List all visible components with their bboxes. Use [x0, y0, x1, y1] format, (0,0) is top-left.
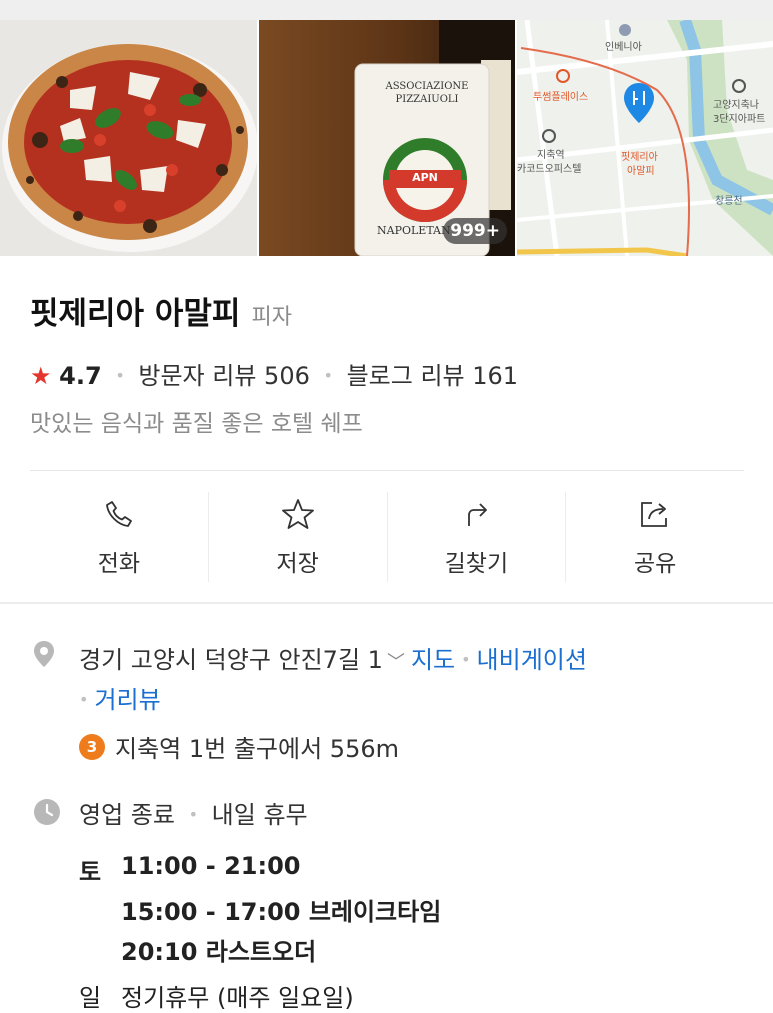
- action-bar: 전화 저장 길찾기 공유: [30, 492, 744, 582]
- directions-label: 길찾기: [444, 551, 509, 577]
- separator-dot: •: [188, 805, 199, 824]
- divider: [30, 470, 744, 471]
- map-image: [517, 20, 773, 256]
- sunday-hours: 일 정기휴무 (매주 일요일): [79, 978, 354, 1013]
- separator-dot: •: [323, 366, 333, 385]
- map-label-apartment-2: 3단지아파트: [713, 114, 766, 125]
- address-row-2: • 거리뷰: [79, 680, 161, 715]
- place-category: 피자: [251, 305, 293, 330]
- rating-row: ★ 4.7 • 방문자 리뷰 506 • 블로그 리뷰 161: [30, 356, 518, 391]
- business-next: 내일 휴무: [211, 801, 308, 829]
- hours-slot: 정기휴무 (매주 일요일): [121, 984, 354, 1012]
- separator-dot: •: [115, 366, 125, 385]
- map-pin-icon: [623, 82, 655, 128]
- call-button[interactable]: 전화: [30, 492, 208, 582]
- subway-info: 3 지축역 1번 출구에서 556m: [79, 729, 399, 764]
- star-icon: [209, 494, 387, 534]
- photo-strip: ASSOCIAZIONE PIZZAIUOLI APN NAPOLETAN 99…: [0, 20, 773, 256]
- address-row: 경기 고양시 덕양구 안진7길 1 ﹀ 지도 • 내비게이션: [79, 640, 587, 675]
- section-divider: [0, 602, 773, 604]
- map-link[interactable]: 지도: [411, 646, 455, 674]
- photo-count-badge[interactable]: 999+: [443, 218, 507, 244]
- call-label: 전화: [97, 551, 141, 577]
- navigation-link[interactable]: 내비게이션: [477, 646, 587, 674]
- pizza-photo[interactable]: [0, 20, 257, 256]
- map-label-twosome: 투썸플레이스: [533, 92, 589, 103]
- phone-icon: [30, 494, 208, 534]
- hours-day: 일: [79, 984, 102, 1012]
- rating-star-icon: ★: [30, 362, 52, 390]
- save-button[interactable]: 저장: [207, 492, 387, 582]
- certificate-footer: NAPOLETAN: [377, 224, 451, 237]
- directions-icon: [388, 494, 566, 534]
- place-description: 맛있는 음식과 품질 좋은 호텔 쉐프: [30, 411, 363, 437]
- share-icon: [566, 494, 744, 534]
- business-status-row[interactable]: 영업 종료 • 내일 휴무: [79, 795, 308, 830]
- rating-value: 4.7: [59, 362, 102, 390]
- blog-reviews-link[interactable]: 블로그 리뷰 161: [347, 362, 518, 390]
- map-label-officetel: 카코드오피스텔: [517, 164, 582, 175]
- chevron-down-icon[interactable]: ﹀: [387, 652, 405, 673]
- subway-line-badge: 3: [79, 733, 105, 760]
- pizza-image: [0, 20, 257, 256]
- map-thumbnail[interactable]: 인베니아 투썸플레이스 지축역 카코드오피스텔 고양지축나 3단지아파트 핏제리…: [517, 20, 773, 256]
- clock-icon: [33, 798, 61, 830]
- certificate-photo[interactable]: ASSOCIAZIONE PIZZAIUOLI APN NAPOLETAN 99…: [259, 20, 515, 256]
- business-status: 영업 종료: [79, 801, 175, 829]
- map-label-inbenia: 인베니아: [605, 42, 642, 53]
- hours-slot: 11:00 - 21:00: [121, 852, 301, 880]
- save-label: 저장: [276, 551, 319, 577]
- hours-day: 토: [79, 858, 102, 886]
- subway-text: 지축역 1번 출구에서 556m: [115, 735, 399, 763]
- location-pin-icon: [32, 640, 56, 672]
- separator-dot: •: [461, 650, 471, 669]
- hours-slot: 20:10 라스트오더: [121, 938, 317, 966]
- separator-dot: •: [79, 690, 89, 709]
- map-label-place: 핏제리아: [621, 152, 658, 163]
- streetview-link[interactable]: 거리뷰: [94, 686, 160, 714]
- visitor-reviews-link[interactable]: 방문자 리뷰 506: [138, 362, 309, 390]
- map-label-place-2: 아말피: [627, 166, 655, 177]
- share-button[interactable]: 공유: [565, 492, 744, 582]
- address-text[interactable]: 경기 고양시 덕양구 안진7길 1: [79, 646, 383, 674]
- map-label-station: 지축역: [537, 150, 565, 161]
- map-label-stream: 창릉천: [715, 196, 743, 207]
- top-status-strip: [0, 0, 773, 20]
- certificate-badge: APN: [412, 171, 438, 184]
- place-title-row: 핏제리아 아말피 피자: [30, 288, 292, 333]
- place-name: 핏제리아 아말피: [30, 296, 241, 332]
- certificate-title: ASSOCIAZIONE PIZZAIUOLI: [385, 81, 469, 105]
- directions-button[interactable]: 길찾기: [386, 492, 566, 582]
- hours-slot: 15:00 - 17:00 브레이크타임: [121, 898, 442, 926]
- map-label-apartment: 고양지축나: [713, 100, 759, 111]
- share-label: 공유: [633, 551, 677, 577]
